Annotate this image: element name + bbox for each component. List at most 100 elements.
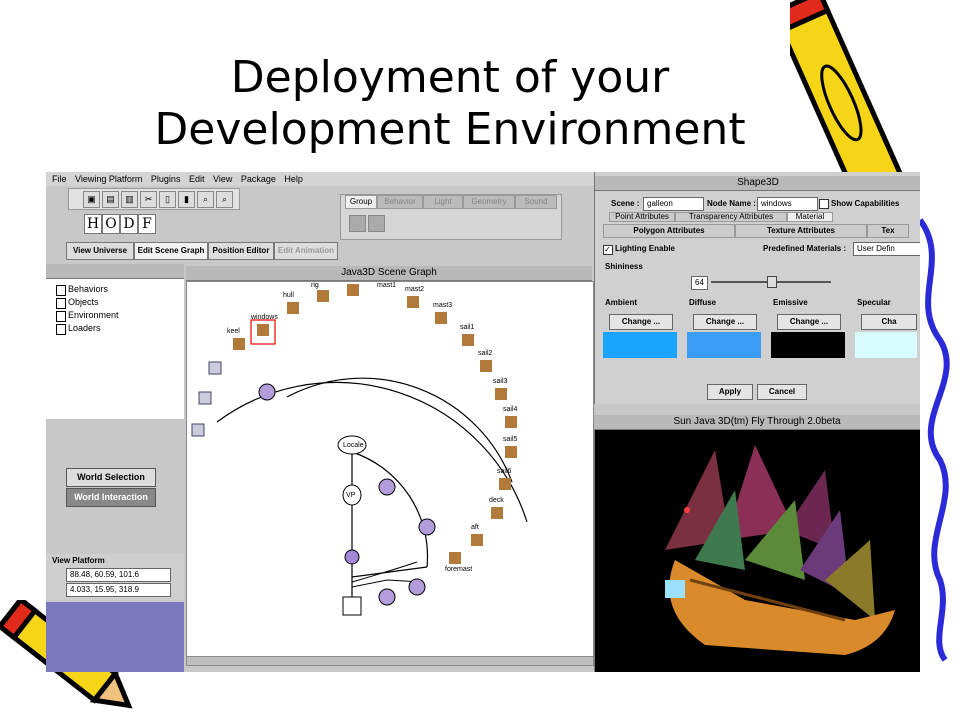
tree-item-behaviors[interactable]: Behaviors [54, 283, 119, 296]
menu-help[interactable]: Help [284, 174, 303, 184]
node-label-rig: rig [311, 282, 319, 289]
world-interaction-button[interactable]: World Interaction [66, 488, 156, 507]
menu-package[interactable]: Package [241, 174, 276, 184]
left-panel-filler [46, 602, 184, 672]
shape-node-sail4 [505, 416, 517, 428]
hodf-f-button[interactable]: F [138, 214, 156, 234]
shininess-label: Shininess [605, 262, 643, 271]
shape-node-sail2 [480, 360, 492, 372]
disk-icon[interactable]: ▣ [83, 191, 100, 208]
tab-sound[interactable]: Sound [515, 195, 557, 209]
edit-scene-graph-button[interactable]: Edit Scene Graph [134, 242, 208, 260]
scene-graph-view[interactable]: Locale VP keel windows hull rig mast1 ma… [186, 281, 594, 666]
slide-title-line2: Development Environment [154, 104, 746, 155]
lighting-enable-label: Lighting Enable [615, 244, 675, 253]
tree-item-objects[interactable]: Objects [54, 296, 119, 309]
shape-node-foremast [449, 552, 461, 564]
transform-node [344, 549, 360, 565]
shape-node-deck [491, 507, 503, 519]
menu-bar: File Viewing Platform Plugins Edit View … [46, 172, 594, 186]
scene-label: Scene : [611, 199, 640, 208]
menu-viewing-platform[interactable]: Viewing Platform [75, 174, 142, 184]
apply-button[interactable]: Apply [707, 384, 753, 400]
edit-animation-button[interactable]: Edit Animation [274, 242, 338, 260]
hodf-d-button[interactable]: D [120, 214, 138, 234]
lock-icon[interactable]: ▯ [159, 191, 176, 208]
tab-tex[interactable]: Tex [867, 224, 909, 238]
tree-item-environment[interactable]: Environment [54, 309, 119, 322]
world-selection-button[interactable]: World Selection [66, 468, 156, 487]
hodf-h-button[interactable]: H [84, 214, 102, 234]
tab-material[interactable]: Material [787, 212, 833, 222]
node-label-sail2: sail2 [478, 350, 493, 357]
flythrough-view[interactable] [594, 430, 920, 672]
specular-change-button[interactable]: Cha [861, 314, 917, 330]
emissive-change-button[interactable]: Change ... [777, 314, 841, 330]
group-node-icon[interactable] [349, 215, 366, 232]
node-name-label: Node Name : [707, 199, 756, 208]
paste-icon[interactable]: ▥ [121, 191, 138, 208]
predefined-materials-select[interactable]: User Defin [853, 242, 920, 256]
menu-plugins[interactable]: Plugins [151, 174, 181, 184]
behavior-node-3 [191, 423, 205, 437]
tab-behavior[interactable]: Behavior [377, 195, 423, 209]
shininess-value-field[interactable]: 64 [691, 276, 708, 290]
menu-edit[interactable]: Edit [189, 174, 205, 184]
tab-texture-attributes[interactable]: Texture Attributes [735, 224, 867, 238]
view-node [342, 596, 362, 616]
shape-node-sail5 [505, 446, 517, 458]
scene-graph-tree-diagram [191, 284, 528, 616]
hodf-o-button[interactable]: O [102, 214, 120, 234]
show-capabilities-label: Show Capabilities [831, 199, 900, 208]
tab-polygon-attributes[interactable]: Polygon Attributes [603, 224, 735, 238]
scene-graph-hscroll[interactable] [187, 656, 593, 665]
tab-group[interactable]: Group [345, 195, 377, 209]
specular-swatch [855, 332, 917, 358]
node-label-hull: hull [283, 292, 294, 299]
lighting-enable-checkbox[interactable]: ✓ [603, 245, 613, 255]
cancel-button[interactable]: Cancel [757, 384, 807, 400]
emissive-label: Emissive [773, 298, 808, 307]
ambient-change-button[interactable]: Change ... [609, 314, 673, 330]
node-label-sail3: sail3 [493, 378, 508, 385]
tree-panel-titlebar [46, 264, 184, 279]
cut-icon[interactable]: ✂ [140, 191, 157, 208]
shape-node-rig [317, 290, 329, 302]
menu-view[interactable]: View [213, 174, 232, 184]
node-tabs-panel: Group Behavior Light Geometry Sound [340, 194, 562, 240]
shape-node-windows [257, 324, 269, 336]
copy-icon[interactable]: ▤ [102, 191, 119, 208]
zoom-out-icon[interactable]: ⌕ [216, 191, 233, 208]
scene-field[interactable]: galleon [643, 197, 704, 211]
tab-geometry[interactable]: Geometry [463, 195, 515, 209]
shape-node-sail3 [495, 388, 507, 400]
emissive-swatch [771, 332, 845, 358]
menu-file[interactable]: File [52, 174, 67, 184]
node-name-field[interactable]: windows [757, 197, 818, 211]
tab-transparency-attributes[interactable]: Transparency Attributes [675, 212, 787, 222]
vp-label: VP [346, 492, 356, 499]
node-label-sail1: sail1 [460, 324, 475, 331]
group-node-4 [378, 588, 396, 606]
shininess-slider-thumb[interactable] [767, 276, 777, 288]
zoom-in-icon[interactable]: ⌕ [197, 191, 214, 208]
toolbar: ▣ ▤ ▥ ✂ ▯ ▮ ⌕ ⌕ [68, 188, 240, 210]
shape-node-hull [287, 302, 299, 314]
view-platform-orientation-field[interactable]: 4.033, 15.95, 318.9 [66, 583, 171, 597]
scene-graph-titlebar: Java3D Scene Graph [186, 266, 592, 281]
trash-icon[interactable]: ▮ [178, 191, 195, 208]
scene-graph-title: Java3D Scene Graph [341, 267, 437, 278]
tab-point-attributes[interactable]: Point Attributes [609, 212, 675, 222]
diffuse-change-button[interactable]: Change ... [693, 314, 757, 330]
shape-node-mast1 [347, 284, 359, 296]
view-universe-button[interactable]: View Universe [66, 242, 134, 260]
branch-node-icon[interactable] [368, 215, 385, 232]
position-editor-button[interactable]: Position Editor [208, 242, 274, 260]
view-platform-position-field[interactable]: 88.48, 60.59, 101.6 [66, 568, 171, 582]
show-capabilities-checkbox[interactable] [819, 199, 829, 209]
tab-light[interactable]: Light [423, 195, 463, 209]
node-label-sail6: sail6 [497, 468, 512, 475]
shape-node-sail1 [462, 334, 474, 346]
flythrough-titlebar: Sun Java 3D(tm) Fly Through 2.0beta [594, 415, 920, 430]
tree-item-loaders[interactable]: Loaders [54, 322, 119, 335]
